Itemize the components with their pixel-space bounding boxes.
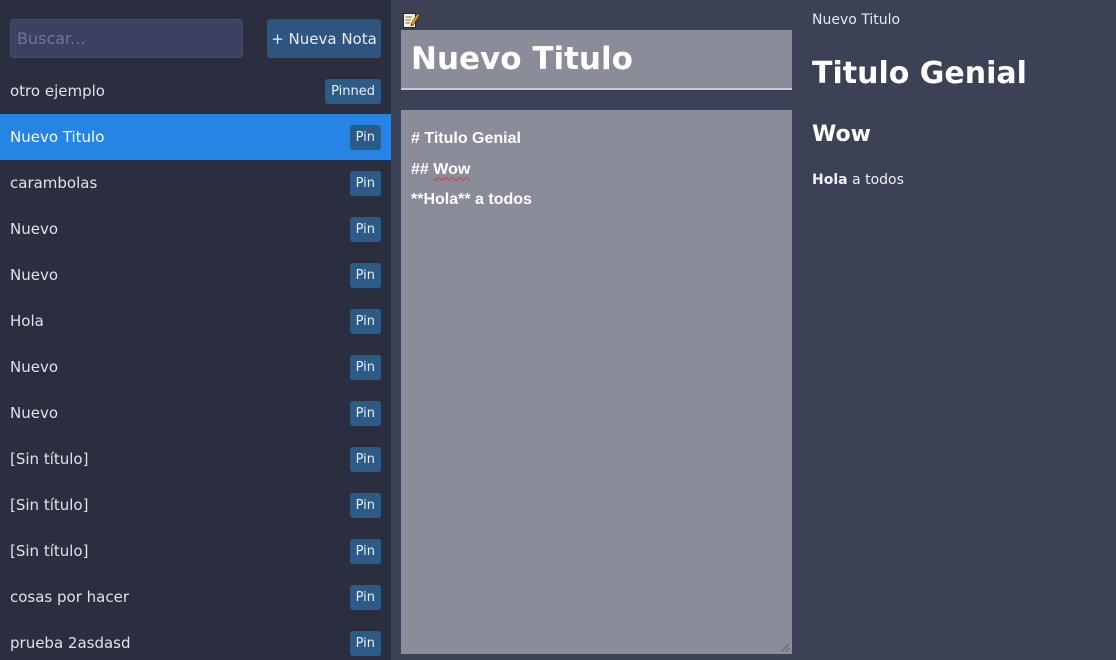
preview-heading-2: Wow xyxy=(812,122,871,147)
note-list-item[interactable]: cosas por hacer Pin xyxy=(0,574,391,620)
note-list-item[interactable]: [Sin título] Pin xyxy=(0,482,391,528)
note-title-label: Nuevo xyxy=(10,220,59,238)
resize-grip-icon[interactable] xyxy=(780,642,790,652)
preview-note-title: Nuevo Titulo xyxy=(812,12,901,28)
note-title-label: otro ejemplo xyxy=(10,82,105,100)
pin-button[interactable]: Pin xyxy=(349,539,381,564)
pin-button[interactable]: Pin xyxy=(349,171,381,196)
note-list: otro ejemplo Pinned Nuevo Titulo Pin carambo… xyxy=(0,68,391,660)
pin-button[interactable]: Pin xyxy=(349,125,381,150)
pin-button[interactable]: Pinned xyxy=(325,79,381,104)
pin-button[interactable]: Pin xyxy=(349,355,381,380)
note-title-label: Nuevo xyxy=(10,358,59,376)
preview-paragraph: Hola a todos xyxy=(812,172,904,188)
pin-button[interactable]: Pin xyxy=(349,585,381,610)
preview-bold-text: Hola xyxy=(812,172,848,188)
note-title-label: Nuevo xyxy=(10,266,59,284)
pin-button[interactable]: Pin xyxy=(349,309,381,334)
editor-line: ## Wow xyxy=(411,155,782,186)
note-title-input[interactable] xyxy=(401,30,792,90)
note-title-label: [Sin título] xyxy=(10,496,89,514)
note-list-item[interactable]: Nuevo Pin xyxy=(0,390,391,436)
editor-text: ## xyxy=(411,160,434,178)
note-list-item[interactable]: [Sin título] Pin xyxy=(0,436,391,482)
note-title-label: Nuevo Titulo xyxy=(10,128,105,146)
note-list-item[interactable]: carambolas Pin xyxy=(0,160,391,206)
note-title-label: [Sin título] xyxy=(10,450,89,468)
note-list-item[interactable]: [Sin título] Pin xyxy=(0,528,391,574)
pin-button[interactable]: Pin xyxy=(349,217,381,242)
note-title-label: Nuevo xyxy=(10,404,59,422)
markdown-preview: Nuevo Titulo Titulo Genial Wow Hola a to… xyxy=(792,0,1116,660)
note-list-item[interactable]: Hola Pin xyxy=(0,298,391,344)
search-input[interactable] xyxy=(10,19,243,58)
note-list-item[interactable]: prueba 2asdasd Pin xyxy=(0,620,391,660)
note-title-label: carambolas xyxy=(10,174,98,192)
preview-text: a todos xyxy=(847,172,904,188)
note-title-label: prueba 2asdasd xyxy=(10,634,131,652)
note-title-label: Hola xyxy=(10,312,44,330)
editor-line: # Titulo Genial xyxy=(411,130,521,147)
note-list-item[interactable]: Nuevo Titulo Pin xyxy=(0,114,391,160)
pin-button[interactable]: Pin xyxy=(349,493,381,518)
pin-button[interactable]: Pin xyxy=(349,263,381,288)
note-list-item[interactable]: otro ejemplo Pinned xyxy=(0,68,391,114)
pin-button[interactable]: Pin xyxy=(349,447,381,472)
notepad-pencil-icon xyxy=(403,13,420,28)
pin-button[interactable]: Pin xyxy=(349,401,381,426)
note-list-item[interactable]: Nuevo Pin xyxy=(0,344,391,390)
note-title-label: cosas por hacer xyxy=(10,588,129,606)
note-list-item[interactable]: Nuevo Pin xyxy=(0,252,391,298)
sidebar: + Nueva Nota otro ejemplo Pinned Nuevo Tit… xyxy=(0,0,391,660)
pin-button[interactable]: Pin xyxy=(349,631,381,656)
editor-line: **Hola** a todos xyxy=(411,191,532,208)
note-title-label: [Sin título] xyxy=(10,542,89,560)
misspelled-word: Wow xyxy=(433,160,471,178)
preview-heading-1: Titulo Genial xyxy=(812,56,1027,91)
notes-app: + Nueva Nota otro ejemplo Pinned Nuevo Tit… xyxy=(0,0,1116,660)
note-body-textarea[interactable]: # Titulo Genial ## Wow **Hola** a todos xyxy=(401,110,792,654)
note-list-item[interactable]: Nuevo Pin xyxy=(0,206,391,252)
new-note-button[interactable]: + Nueva Nota xyxy=(267,19,381,58)
